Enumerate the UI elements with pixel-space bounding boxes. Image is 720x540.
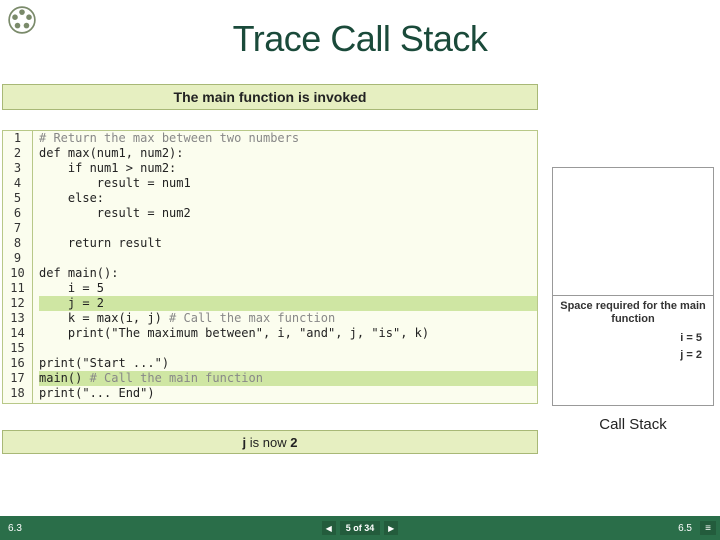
- next-button[interactable]: ▶: [384, 521, 398, 535]
- banner: The main function is invoked: [2, 84, 538, 110]
- code-line: [39, 221, 537, 236]
- nav-controls: ◀ 5 of 34 ▶: [0, 521, 720, 535]
- stack-frame-main: Space required for the main function i =…: [553, 295, 713, 405]
- frame-title: Space required for the main function: [556, 300, 710, 326]
- code-line: print("Start ..."): [39, 356, 537, 371]
- code-line-highlight: main() # Call the main function: [39, 371, 537, 386]
- line-number-gutter: 1 2 3 4 5 6 7 8 9 10 11 12 13 14 15 16 1…: [3, 131, 33, 403]
- code-line: result = num1: [39, 176, 537, 191]
- menu-button[interactable]: ≡: [700, 521, 716, 535]
- code-line: # Return the max between two numbers: [39, 131, 537, 146]
- code-line: return result: [39, 236, 537, 251]
- call-stack-label: Call Stack: [552, 416, 714, 433]
- code-line: k = max(i, j) # Call the max function: [39, 311, 537, 326]
- code-line: [39, 251, 537, 266]
- code-line: def max(num1, num2):: [39, 146, 537, 161]
- code-line: i = 5: [39, 281, 537, 296]
- slide-position: 5 of 34: [340, 521, 381, 535]
- code-line: def main():: [39, 266, 537, 281]
- frame-var: j = 2: [680, 349, 702, 362]
- prev-button[interactable]: ◀: [322, 521, 336, 535]
- page-title: Trace Call Stack: [0, 18, 720, 60]
- code-line: result = num2: [39, 206, 537, 221]
- code-line: if num1 > num2:: [39, 161, 537, 176]
- code-line: else:: [39, 191, 537, 206]
- code-line: [39, 341, 537, 356]
- footer: 6.3 ◀ 5 of 34 ▶ 6.5 ≡: [0, 516, 720, 540]
- ref-number: 6.5: [678, 523, 692, 534]
- status-banner: j is now 2: [2, 430, 538, 454]
- code-line: print("... End"): [39, 386, 537, 401]
- code-line-highlight: j = 2: [39, 296, 537, 311]
- code-line: print("The maximum between", i, "and", j…: [39, 326, 537, 341]
- call-stack-box: Space required for the main function i =…: [552, 167, 714, 406]
- code-lines: # Return the max between two numbers def…: [33, 131, 537, 401]
- code-block: 1 2 3 4 5 6 7 8 9 10 11 12 13 14 15 16 1…: [2, 130, 538, 404]
- frame-var: i = 5: [680, 332, 702, 345]
